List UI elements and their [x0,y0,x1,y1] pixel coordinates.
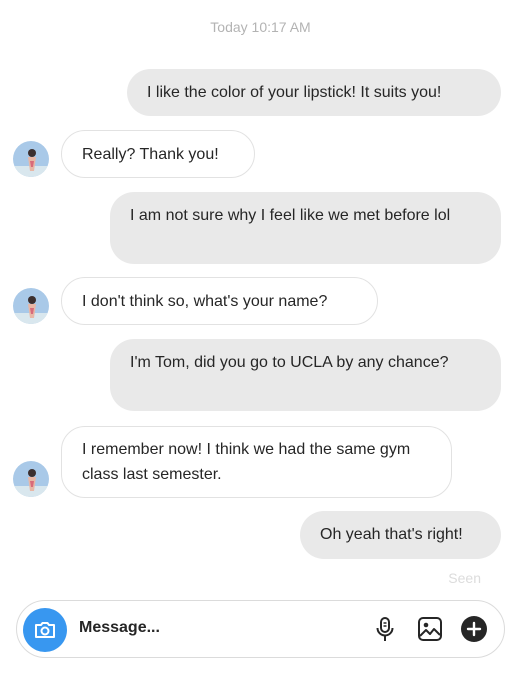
sent-message: Oh yeah that's right! [300,511,501,559]
image-icon [418,617,442,641]
sent-message: I like the color of your lipstick! It su… [127,69,501,116]
add-button[interactable] [460,615,488,643]
received-message: Really? Thank you! [61,130,255,178]
message-text: I am not sure why I feel like we met bef… [130,207,451,224]
microphone-button[interactable] [371,615,399,643]
sent-message: I'm Tom, did you go to UCLA by any chanc… [110,339,501,411]
microphone-icon [376,617,394,641]
message-composer: Message... [16,600,505,658]
avatar-image [13,288,49,324]
avatar[interactable] [13,288,49,324]
received-message: I don't think so, what's your name? [61,277,378,325]
plus-circle-icon [461,616,487,642]
avatar-image [13,141,49,177]
received-message: I remember now! I think we had the same … [61,426,452,498]
message-text: I remember now! I think we had the same … [82,441,411,483]
message-text: Really? Thank you! [82,146,219,163]
message-text: I'm Tom, did you go to UCLA by any chanc… [130,354,449,371]
message-text: I don't think so, what's your name? [82,293,328,310]
message-text: Oh yeah that's right! [320,526,463,543]
gallery-button[interactable] [416,615,444,643]
avatar[interactable] [13,141,49,177]
camera-icon [35,622,55,638]
chat-timestamp: Today 10:17 AM [210,19,311,35]
message-input[interactable]: Message... [79,619,160,637]
avatar-image [13,461,49,497]
avatar[interactable] [13,461,49,497]
seen-status: Seen [448,570,481,586]
camera-button[interactable] [23,608,67,652]
message-text: I like the color of your lipstick! It su… [147,84,442,101]
sent-message: I am not sure why I feel like we met bef… [110,192,501,264]
